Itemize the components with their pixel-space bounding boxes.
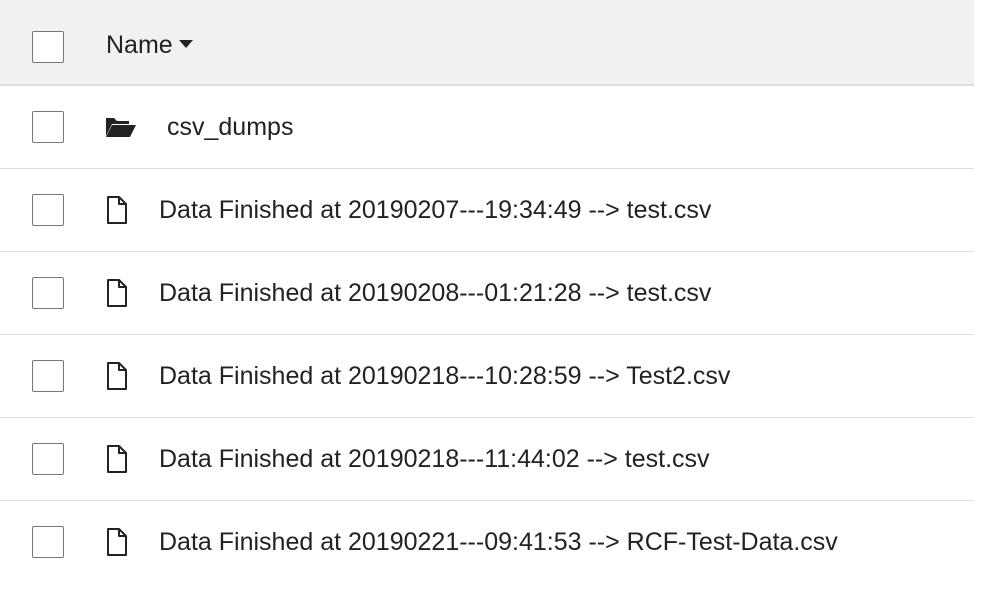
- list-header: Name: [0, 0, 974, 86]
- item-checkbox[interactable]: [32, 526, 64, 558]
- file-link[interactable]: Data Finished at 20190208---01:21:28 -->…: [159, 278, 711, 308]
- file-link[interactable]: Data Finished at 20190221---09:41:53 -->…: [159, 527, 838, 557]
- item-checkbox[interactable]: [32, 443, 64, 475]
- folder-open-icon: [104, 112, 138, 142]
- name-column-label: Name: [106, 31, 173, 59]
- file-link[interactable]: Data Finished at 20190218---11:44:02 -->…: [159, 444, 710, 474]
- list-item-file: Data Finished at 20190208---01:21:28 -->…: [0, 252, 974, 335]
- file-icon: [104, 444, 138, 474]
- file-icon: [104, 361, 138, 391]
- file-icon: [104, 195, 138, 225]
- item-checkbox[interactable]: [32, 277, 64, 309]
- caret-down-icon: [178, 40, 193, 49]
- item-checkbox[interactable]: [32, 111, 64, 143]
- list-item-file: Data Finished at 20190218---10:28:59 -->…: [0, 335, 974, 418]
- list-item-file: Data Finished at 20190207---19:34:49 -->…: [0, 169, 974, 252]
- item-checkbox[interactable]: [32, 360, 64, 392]
- sort-by-name-button[interactable]: Name: [106, 30, 193, 60]
- file-list: Name csv_dumps Data Finished at 20190207…: [0, 0, 974, 584]
- list-item-file: Data Finished at 20190221---09:41:53 -->…: [0, 501, 974, 584]
- list-item-folder: csv_dumps: [0, 86, 974, 169]
- file-icon: [104, 278, 138, 308]
- select-all-checkbox[interactable]: [32, 31, 64, 63]
- item-checkbox[interactable]: [32, 194, 64, 226]
- list-item-file: Data Finished at 20190218---11:44:02 -->…: [0, 418, 974, 501]
- file-icon: [104, 527, 138, 557]
- file-link[interactable]: Data Finished at 20190218---10:28:59 -->…: [159, 361, 730, 391]
- file-link[interactable]: Data Finished at 20190207---19:34:49 -->…: [159, 195, 711, 225]
- folder-link[interactable]: csv_dumps: [167, 112, 293, 142]
